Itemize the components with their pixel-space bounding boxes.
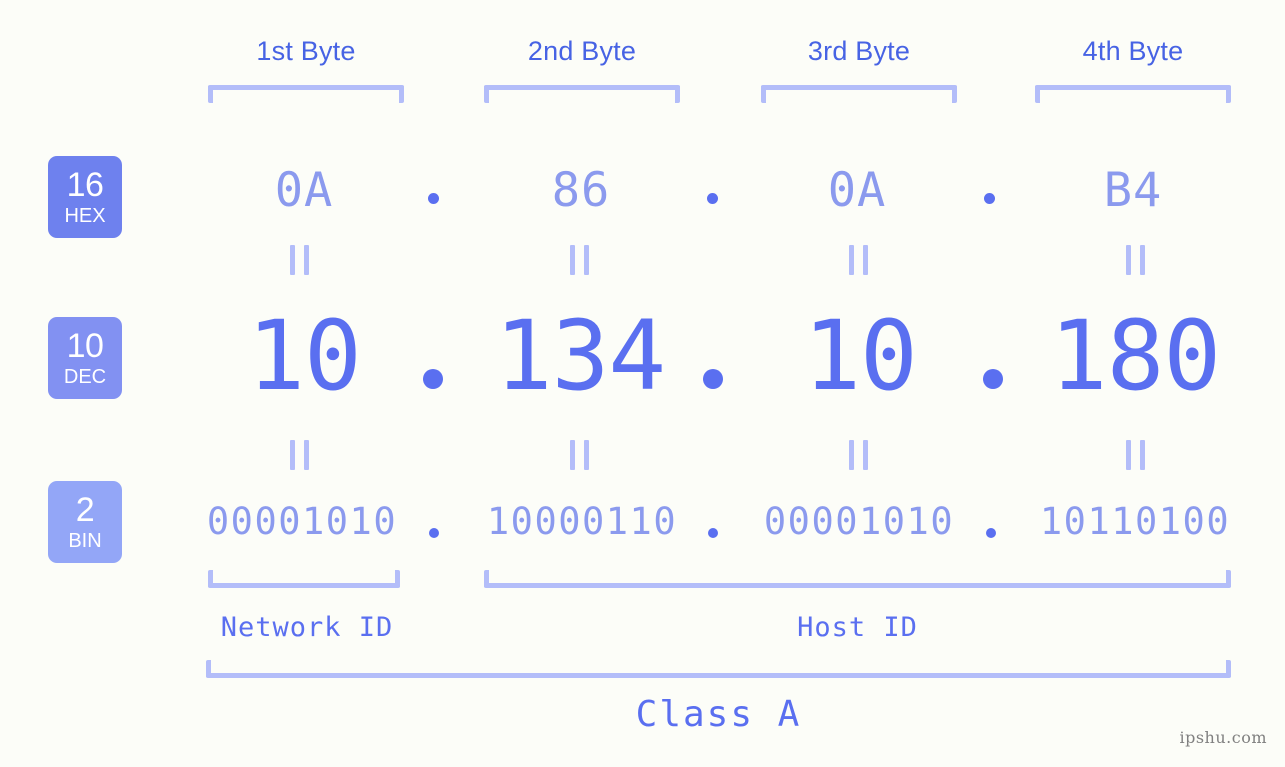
base-badge-hex-name: HEX xyxy=(64,205,106,227)
equality-marker-dec-bin-1 xyxy=(288,440,312,470)
hex-octet-2: 86 xyxy=(551,163,611,218)
hex-separator-dot-2 xyxy=(707,193,718,204)
byte-bracket-2 xyxy=(484,85,680,103)
hex-separator-dot-3 xyxy=(984,193,995,204)
byte-header-3: 3rd Byte xyxy=(807,36,911,66)
bin-separator-dot-2 xyxy=(708,528,718,538)
dec-octet-4: 180 xyxy=(1049,300,1221,412)
hex-octet-4: B4 xyxy=(1103,163,1163,218)
dec-separator-dot-1 xyxy=(423,369,443,389)
byte-header-1: 1st Byte xyxy=(256,36,356,66)
byte-header-4: 4th Byte xyxy=(1082,36,1184,66)
bin-separator-dot-1 xyxy=(429,528,439,538)
dec-octet-2: 134 xyxy=(494,300,666,412)
bin-separator-dot-3 xyxy=(986,528,996,538)
bin-octet-2: 10000110 xyxy=(486,500,678,543)
base-badge-bin-name: BIN xyxy=(68,530,102,552)
host-id-label: Host ID xyxy=(797,612,918,643)
equality-marker-hex-dec-3 xyxy=(847,245,871,275)
base-badge-bin-number: 2 xyxy=(75,491,95,529)
bin-octet-4: 10110100 xyxy=(1039,500,1231,543)
hex-octet-3: 0A xyxy=(827,163,887,218)
dec-separator-dot-3 xyxy=(983,369,1003,389)
dec-separator-dot-2 xyxy=(703,369,723,389)
network-id-bracket xyxy=(208,570,400,588)
equality-marker-hex-dec-4 xyxy=(1124,245,1148,275)
bin-octet-3: 00001010 xyxy=(763,500,955,543)
equality-marker-dec-bin-3 xyxy=(847,440,871,470)
bin-octet-1: 00001010 xyxy=(206,500,398,543)
host-id-bracket xyxy=(484,570,1231,588)
hex-separator-dot-1 xyxy=(428,193,439,204)
dec-octet-3: 10 xyxy=(803,300,918,412)
class-label: Class A xyxy=(635,694,802,735)
network-id-label: Network ID xyxy=(220,612,394,643)
ip-address-breakdown-diagram: 1st Byte 2nd Byte 3rd Byte 4th Byte 16 H… xyxy=(0,0,1285,767)
byte-header-2: 2nd Byte xyxy=(527,36,637,66)
dec-octet-1: 10 xyxy=(247,300,362,412)
byte-bracket-3 xyxy=(761,85,957,103)
byte-bracket-1 xyxy=(208,85,404,103)
class-bracket xyxy=(206,660,1231,678)
base-badge-dec: 10 DEC xyxy=(48,317,122,399)
hex-octet-1: 0A xyxy=(274,163,334,218)
base-badge-dec-number: 10 xyxy=(66,327,104,365)
site-watermark: ipshu.com xyxy=(1179,728,1267,747)
base-badge-dec-name: DEC xyxy=(63,366,107,388)
equality-marker-hex-dec-2 xyxy=(568,245,592,275)
byte-bracket-4 xyxy=(1035,85,1231,103)
base-badge-hex: 16 HEX xyxy=(48,156,122,238)
equality-marker-dec-bin-4 xyxy=(1124,440,1148,470)
base-badge-hex-number: 16 xyxy=(66,166,104,204)
equality-marker-dec-bin-2 xyxy=(568,440,592,470)
equality-marker-hex-dec-1 xyxy=(288,245,312,275)
base-badge-bin: 2 BIN xyxy=(48,481,122,563)
